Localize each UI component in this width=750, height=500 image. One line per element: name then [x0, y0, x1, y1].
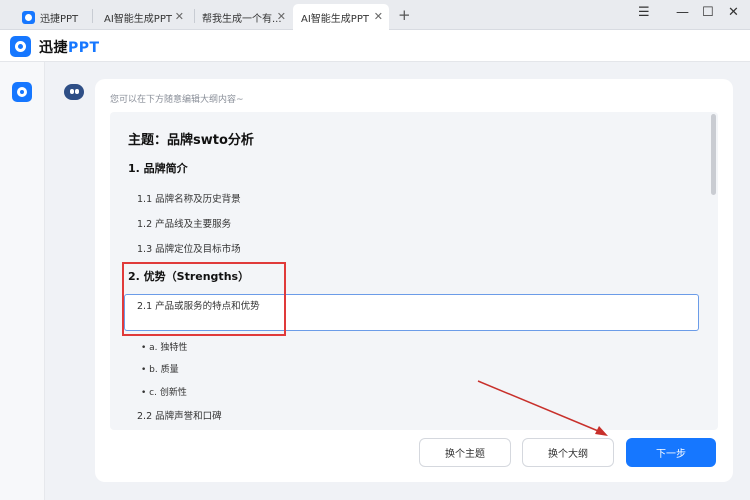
app-header: 迅捷PPT — [0, 30, 750, 62]
tab-ai-generate-active[interactable]: AI智能生成PPT ✕ — [293, 4, 389, 30]
rail-home-icon[interactable] — [12, 82, 32, 102]
brand-logo-icon — [10, 36, 31, 57]
outline-bullet[interactable]: • a. 独特性 — [141, 340, 187, 353]
outline-scrollbar[interactable] — [711, 114, 716, 195]
maximize-icon[interactable]: ☐ — [702, 5, 714, 20]
tab-help-generate[interactable]: 帮我生成一个有... ✕ — [202, 4, 292, 30]
tab-label: 迅捷PPT — [40, 13, 79, 25]
brand-name: 迅捷PPT — [39, 39, 100, 56]
outline-title[interactable]: 主题：品牌swto分析 — [128, 129, 254, 148]
tab-label: 帮我生成一个有... — [202, 13, 282, 25]
outline-item[interactable]: 2.2 品牌声誉和口碑 — [137, 408, 222, 422]
outline-item[interactable]: 1.1 品牌名称及历史背景 — [137, 191, 241, 205]
left-rail — [0, 62, 45, 500]
change-outline-button[interactable]: 换个大纲 — [522, 438, 614, 467]
tab-close-icon[interactable]: ✕ — [175, 10, 184, 23]
tab-label: AI智能生成PPT — [301, 13, 369, 25]
next-step-button[interactable]: 下一步 — [626, 438, 716, 467]
close-window-icon[interactable]: ✕ — [728, 5, 739, 20]
menu-icon[interactable]: ☰ — [638, 5, 650, 20]
outline-bullet[interactable]: • b. 质量 — [141, 362, 179, 375]
ai-robot-avatar-icon — [63, 82, 85, 102]
xunjie-logo-icon — [22, 10, 35, 24]
tab-label: AI智能生成PPT — [104, 13, 172, 25]
tab-xunjie-ppt[interactable]: 迅捷PPT — [22, 4, 78, 30]
brand: 迅捷PPT — [10, 36, 100, 57]
browser-tab-bar: 迅捷PPT AI智能生成PPT ✕ 帮我生成一个有... ✕ AI智能生成PPT… — [0, 0, 750, 30]
tab-ai-generate-1[interactable]: AI智能生成PPT ✕ — [104, 4, 190, 30]
change-theme-button[interactable]: 换个主题 — [419, 438, 511, 467]
outline-bullet[interactable]: • c. 创新性 — [141, 385, 187, 398]
tab-close-icon[interactable]: ✕ — [374, 10, 383, 23]
annotation-highlight-box — [122, 262, 286, 336]
tab-close-icon[interactable]: ✕ — [277, 10, 286, 23]
outline-item[interactable]: 1.3 品牌定位及目标市场 — [137, 241, 241, 255]
minimize-icon[interactable]: — — [676, 5, 689, 20]
outline-section-heading[interactable]: 1. 品牌简介 — [128, 160, 188, 176]
outline-item[interactable]: 1.2 产品线及主要服务 — [137, 216, 231, 230]
new-tab-icon[interactable]: + — [398, 6, 411, 24]
edit-hint: 您可以在下方随意编辑大纲内容~ — [110, 95, 244, 105]
